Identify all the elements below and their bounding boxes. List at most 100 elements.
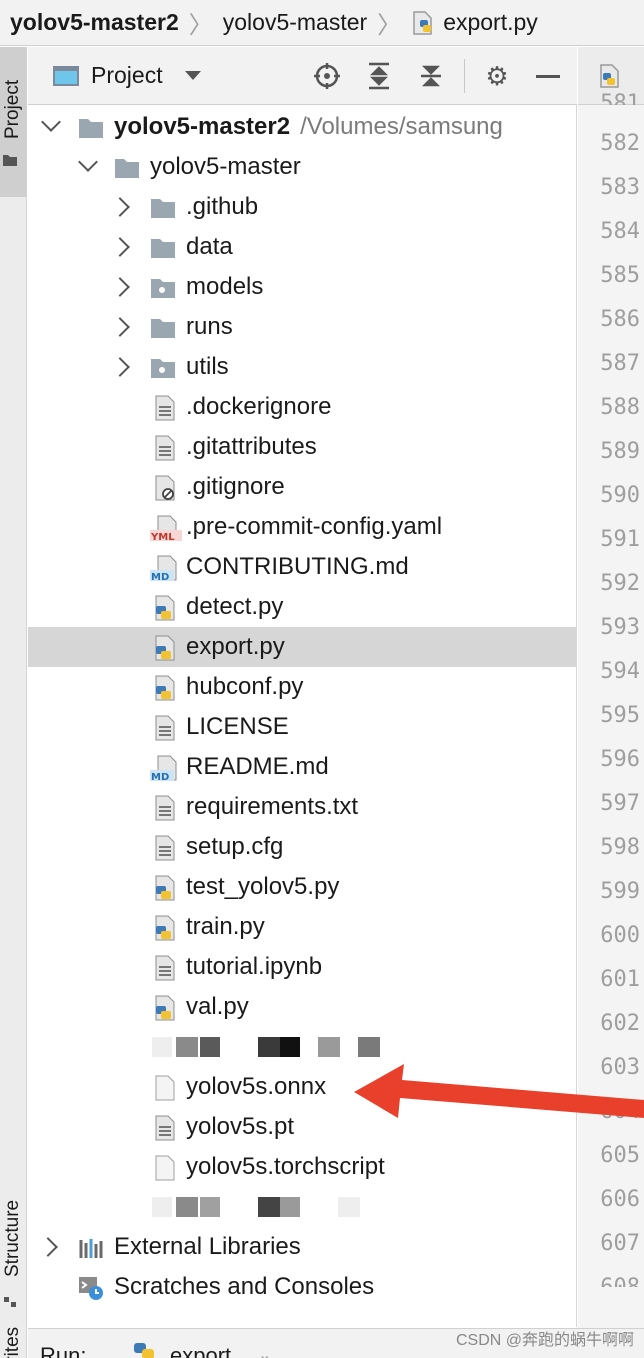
scratches-icon — [79, 1277, 103, 1300]
tree-file-val[interactable]: val.py — [28, 987, 577, 1027]
line-number: 602 — [600, 1011, 640, 1036]
file-label: test_yolov5.py — [186, 873, 340, 900]
chevron-right-icon — [110, 317, 130, 337]
python-file-icon — [155, 595, 175, 621]
file-label: setup.cfg — [186, 833, 284, 860]
redaction-block — [338, 1197, 360, 1217]
tree-scratches-and-consoles[interactable]: Scratches and Consoles — [28, 1267, 577, 1307]
python-file-icon — [155, 875, 175, 901]
tree-file-train[interactable]: train.py — [28, 907, 577, 947]
redaction-block — [176, 1037, 198, 1057]
redaction-block — [318, 1037, 340, 1057]
chevron-down-icon — [41, 112, 61, 132]
python-file-icon — [155, 635, 175, 661]
line-number: 595 — [600, 703, 640, 728]
svg-text:MD: MD — [151, 572, 169, 581]
package-folder-icon — [151, 359, 175, 378]
crosshair-icon — [314, 63, 340, 89]
tree-file-setup-cfg[interactable]: setup.cfg — [28, 827, 577, 867]
expand-all-button[interactable] — [364, 61, 394, 91]
line-number: 601 — [600, 967, 640, 992]
breadcrumb-item-file[interactable]: export.py — [411, 9, 538, 36]
editor-gutter: 581 582 583 584 585 586 587 588 589 590 … — [578, 47, 644, 1358]
file-label: CONTRIBUTING.md — [186, 553, 409, 580]
file-label: train.py — [186, 913, 265, 940]
redaction-block — [152, 1197, 172, 1217]
tree-file-redacted[interactable] — [28, 1027, 577, 1067]
project-window-icon — [53, 65, 79, 86]
folder-label: .github — [186, 193, 259, 220]
tree-folder-utils[interactable]: utils — [28, 347, 577, 387]
file-label: yolov5s.torchscript — [186, 1153, 385, 1180]
breadcrumb-item-project[interactable]: yolov5-master — [223, 9, 367, 36]
chevron-right-icon — [38, 1237, 58, 1257]
redaction-block — [200, 1197, 220, 1217]
tree-file-yolov5s-onnx[interactable]: yolov5s.onnx — [28, 1067, 577, 1107]
line-number: 594 — [600, 659, 640, 684]
tree-file-yolov5s-pt[interactable]: yolov5s.pt — [28, 1107, 577, 1147]
redaction-block — [258, 1197, 280, 1217]
tree-folder-github[interactable]: .github — [28, 187, 577, 227]
tool-tab-favorites[interactable]: Favorites — [0, 47, 27, 1358]
folder-label: runs — [186, 313, 233, 340]
line-number: 605 — [600, 1143, 640, 1168]
svg-text:MD: MD — [151, 772, 169, 781]
breadcrumb-separator: 〉 — [377, 12, 402, 39]
python-file-icon — [600, 64, 619, 88]
file-label: tutorial.ipynb — [186, 953, 323, 980]
folder-label: models — [186, 273, 264, 300]
tree-file-dockerignore[interactable]: .dockerignore — [28, 387, 577, 427]
tree-file-test-yolov5[interactable]: test_yolov5.py — [28, 867, 577, 907]
project-view-selector[interactable]: Project — [53, 62, 201, 89]
tree-file-tutorial[interactable]: tutorial.ipynb — [28, 947, 577, 987]
run-label: Run: — [40, 1343, 87, 1358]
tree-external-libraries[interactable]: External Libraries — [28, 1227, 577, 1267]
redaction-block — [358, 1037, 380, 1057]
tree-root[interactable]: yolov5-master2/Volumes/samsung — [28, 107, 577, 147]
collapse-all-button[interactable] — [416, 61, 446, 91]
project-panel: Project ⚙ yolov5-master2/Volumes/samsung — [28, 47, 577, 1327]
minimize-icon — [536, 74, 560, 78]
folder-label: Scratches and Consoles — [114, 1273, 375, 1300]
tree-file-hubconf[interactable]: hubconf.py — [28, 667, 577, 707]
tree-folder-models[interactable]: models — [28, 267, 577, 307]
tree-folder-runs[interactable]: runs — [28, 307, 577, 347]
folder-label: yolov5-master — [150, 153, 301, 180]
text-file-icon — [155, 795, 175, 821]
folder-icon — [151, 239, 175, 258]
tree-file-gitattributes[interactable]: .gitattributes — [28, 427, 577, 467]
folder-icon — [79, 119, 103, 138]
tree-file-contributing[interactable]: MD CONTRIBUTING.md — [28, 547, 577, 587]
svg-text:YML: YML — [150, 532, 175, 541]
tree-file-yolov5s-torchscript[interactable]: yolov5s.torchscript — [28, 1147, 577, 1187]
folder-icon — [115, 159, 139, 178]
python-file-icon — [155, 675, 175, 701]
file-label: requirements.txt — [186, 793, 359, 820]
run-config-tab[interactable]: export — [170, 1343, 231, 1358]
unknown-file-icon — [155, 1155, 175, 1181]
tree-file-redacted[interactable] — [28, 1187, 577, 1227]
tree-file-pre-commit-config[interactable]: YML .pre-commit-config.yaml — [28, 507, 577, 547]
tree-file-license[interactable]: LICENSE — [28, 707, 577, 747]
chevron-down-icon — [78, 152, 98, 172]
tree-file-export-selected[interactable]: export.py — [28, 627, 577, 667]
tree-folder-yolov5-master[interactable]: yolov5-master — [28, 147, 577, 187]
settings-button[interactable]: ⚙ — [482, 61, 512, 91]
line-number: 606 — [600, 1187, 640, 1212]
line-number: 583 — [600, 175, 640, 200]
project-panel-title: Project — [91, 62, 163, 88]
tree-file-gitignore[interactable]: .gitignore — [28, 467, 577, 507]
tree-file-requirements[interactable]: requirements.txt — [28, 787, 577, 827]
locate-file-button[interactable] — [312, 61, 342, 91]
tree-file-detect[interactable]: detect.py — [28, 587, 577, 627]
chevron-right-icon — [110, 277, 130, 297]
python-file-icon — [155, 995, 175, 1021]
line-number: 586 — [600, 307, 640, 332]
file-label: .gitattributes — [186, 433, 317, 460]
tree-folder-data[interactable]: data — [28, 227, 577, 267]
tree-file-readme[interactable]: MD README.md — [28, 747, 577, 787]
watermark: CSDN @奔跑的蜗牛啊啊 — [455, 1332, 634, 1349]
hide-panel-button[interactable] — [533, 61, 563, 91]
line-number: 590 — [600, 483, 640, 508]
breadcrumb-item-root[interactable]: yolov5-master2 — [10, 9, 179, 36]
